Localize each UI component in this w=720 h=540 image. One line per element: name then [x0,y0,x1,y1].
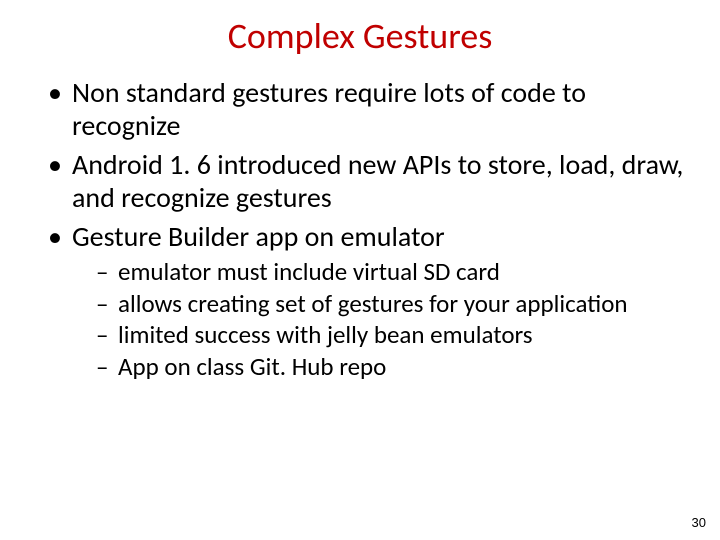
list-item: limited success with jelly bean emulator… [100,320,686,350]
page-number: 30 [692,515,706,530]
bullet-text: Gesture Builder app on emulator [72,219,445,254]
bullet-text: emulator must include virtual SD card [118,256,500,287]
bullet-text: limited success with jelly bean emulator… [118,319,533,350]
list-item: emulator must include virtual SD card [100,257,686,287]
slide: Complex Gestures Non standard gestures r… [0,0,720,540]
sub-bullet-list: emulator must include virtual SD card al… [72,257,686,381]
bullet-text: Android 1. 6 introduced new APIs to stor… [72,147,683,215]
bullet-list: Non standard gestures require lots of co… [34,76,686,381]
slide-title: Complex Gestures [34,14,686,58]
list-item: allows creating set of gestures for your… [100,289,686,319]
list-item: Gesture Builder app on emulator emulator… [54,220,686,381]
bullet-text: allows creating set of gestures for your… [118,288,628,319]
list-item: Non standard gestures require lots of co… [54,76,686,142]
list-item: App on class Git. Hub repo [100,352,686,382]
bullet-text: Non standard gestures require lots of co… [72,75,586,143]
list-item: Android 1. 6 introduced new APIs to stor… [54,148,686,214]
bullet-text: App on class Git. Hub repo [118,351,386,382]
